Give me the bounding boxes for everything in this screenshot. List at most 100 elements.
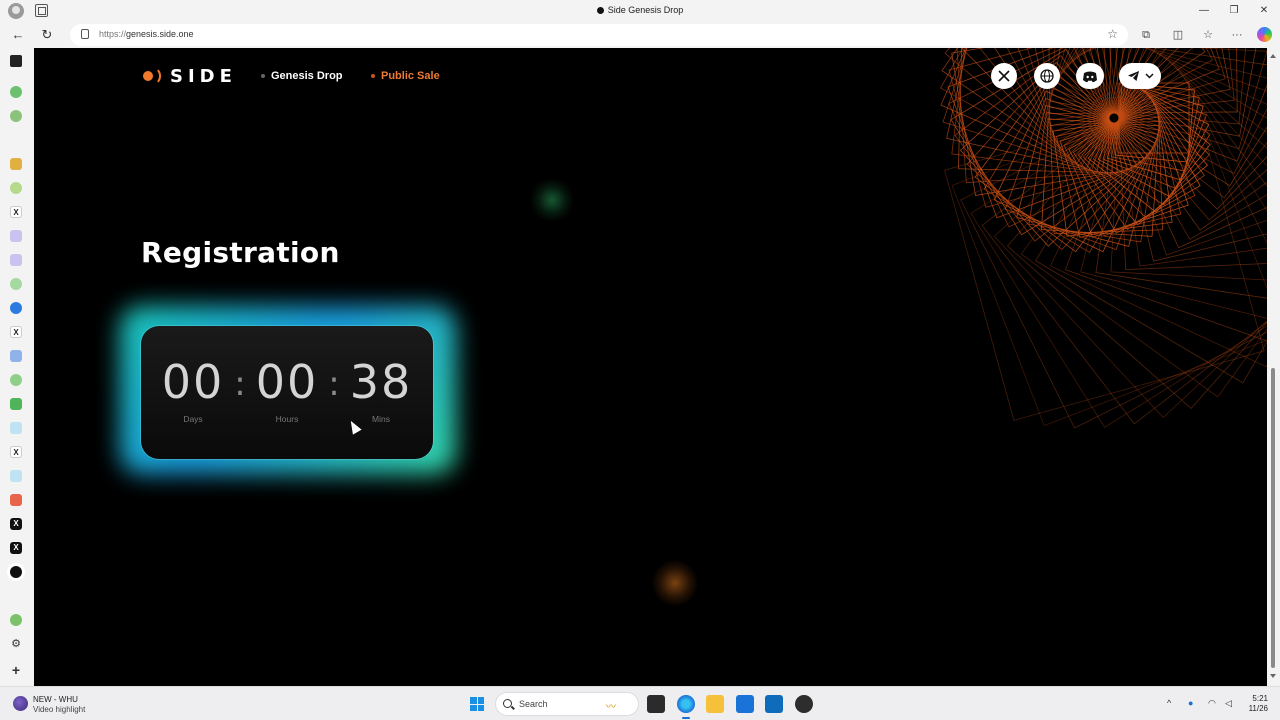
- site-favicon-icon: [596, 7, 604, 14]
- sidebar-tab-icon[interactable]: [10, 374, 22, 386]
- news-widget-icon[interactable]: [13, 696, 28, 711]
- search-highlight-icon: 〰: [606, 702, 616, 713]
- sidebar-add-tab-icon[interactable]: +: [10, 663, 22, 677]
- search-icon: [503, 699, 512, 708]
- taskbar-app-terminal-icon[interactable]: [647, 695, 665, 713]
- countdown-timer: 00 : 00 : 38 Days Hours Mins: [141, 326, 433, 459]
- sidebar-tab-icon[interactable]: [10, 182, 22, 194]
- sidebar-tab-x-icon[interactable]: X: [10, 542, 22, 554]
- start-windows-icon[interactable]: [470, 697, 484, 711]
- side-logo[interactable]: SIDE: [142, 65, 237, 87]
- sidebar-tab-icon[interactable]: [10, 86, 22, 98]
- taskbar-app-edge-icon[interactable]: [677, 695, 695, 719]
- clock-time: 5:21: [1252, 694, 1268, 703]
- wifi-icon[interactable]: ◠: [1208, 698, 1216, 709]
- news-widget-title[interactable]: NEW - WHU: [33, 695, 78, 704]
- favorites-button[interactable]: ☆: [1199, 26, 1217, 44]
- tab-title[interactable]: Side Genesis Drop: [0, 5, 1280, 15]
- sidebar-tab-icon[interactable]: [10, 110, 22, 122]
- windows-taskbar: NEW - WHU Video highlight Search 〰 ^ ● ◠…: [0, 686, 1280, 720]
- registration-heading: Registration: [141, 236, 340, 269]
- minimize-button[interactable]: —: [1189, 2, 1219, 20]
- volume-icon[interactable]: ◁: [1225, 698, 1232, 709]
- scroll-up-arrow-icon[interactable]: [1270, 54, 1276, 58]
- sidebar-tab-icon[interactable]: [10, 302, 22, 314]
- copilot-icon[interactable]: [1257, 27, 1272, 42]
- search-placeholder: Search: [519, 699, 548, 709]
- globe-social-button[interactable]: [1034, 63, 1060, 89]
- taskbar-app-outlook-icon[interactable]: [765, 695, 783, 713]
- extensions-button[interactable]: ⧉: [1137, 26, 1155, 44]
- clock-date: 11/26: [1248, 704, 1268, 713]
- sidebar-tab-icon[interactable]: [10, 614, 22, 626]
- more-menu-button[interactable]: ···: [1228, 26, 1246, 44]
- news-widget-subtitle[interactable]: Video highlight: [33, 705, 85, 714]
- countdown-separator: :: [328, 364, 340, 404]
- sidebar-tab-icon[interactable]: [10, 470, 22, 482]
- countdown-units: Days Hours Mins: [141, 414, 433, 424]
- microphone-icon[interactable]: ●: [1188, 698, 1193, 708]
- nav-bullet-icon: [371, 74, 375, 78]
- sidebar-tab-icon[interactable]: [10, 398, 22, 410]
- tray-overflow-chevron-icon[interactable]: ^: [1167, 698, 1171, 708]
- address-bar-row: ← ↻ https://genesis.side.one ☆ ⧉ ◫ ☆ ···: [0, 22, 1280, 48]
- sidebar-tab-icon[interactable]: [10, 278, 22, 290]
- sidebar-tab-x-icon[interactable]: X: [10, 326, 22, 338]
- globe-icon: [1040, 69, 1054, 83]
- sidebar-tab-icon[interactable]: [10, 350, 22, 362]
- chevron-down-icon: [1144, 73, 1154, 79]
- countdown-hours-value: 00: [255, 355, 319, 409]
- lock-icon[interactable]: [81, 29, 89, 39]
- countdown-separator: :: [234, 364, 246, 404]
- sidebar-tab-toggle-icon[interactable]: [10, 55, 22, 67]
- scroll-thumb[interactable]: [1271, 368, 1275, 668]
- page-viewport: SIDE Genesis Drop Public Sale Registrati…: [34, 48, 1267, 686]
- green-glow-orb: [530, 178, 574, 222]
- nav-public-sale-label: Public Sale: [381, 70, 440, 82]
- url-protocol: https://: [99, 29, 127, 39]
- sidebar-tab-icon[interactable]: [10, 158, 22, 170]
- back-button[interactable]: ←: [9, 26, 27, 44]
- side-logo-mark-icon: [142, 67, 161, 85]
- taskbar-app-github-icon[interactable]: [795, 695, 813, 713]
- telegram-icon: [1127, 71, 1139, 81]
- browser-title-bar: Side Genesis Drop — ❐ ✕: [0, 0, 1280, 22]
- split-screen-button[interactable]: ◫: [1169, 26, 1187, 44]
- sidebar-settings-gear-icon[interactable]: ⚙: [10, 638, 22, 650]
- nav-genesis-drop-label: Genesis Drop: [271, 70, 343, 82]
- url-text[interactable]: https://genesis.side.one: [99, 29, 194, 39]
- sidebar-tab-icon[interactable]: [10, 422, 22, 434]
- vertical-tabs-sidebar: X X X X X ⚙ +: [0, 48, 34, 686]
- scroll-down-arrow-icon[interactable]: [1270, 674, 1276, 678]
- sidebar-tab-x-icon[interactable]: X: [10, 518, 22, 530]
- restore-button[interactable]: ❐: [1219, 2, 1249, 20]
- countdown-digits: 00 : 00 : 38: [141, 356, 433, 408]
- sidebar-tab-icon[interactable]: [10, 230, 22, 242]
- countdown-mins-value: 38: [349, 355, 413, 409]
- sidebar-tab-side-active-icon[interactable]: [10, 566, 22, 578]
- taskbar-app-store-icon[interactable]: [736, 695, 754, 713]
- discord-social-button[interactable]: [1076, 63, 1104, 89]
- x-logo-icon: [998, 70, 1010, 82]
- sidebar-tab-x-icon[interactable]: X: [10, 446, 22, 458]
- close-window-button[interactable]: ✕: [1249, 2, 1279, 20]
- x-social-button[interactable]: [991, 63, 1017, 89]
- nav-bullet-icon: [261, 74, 265, 78]
- discord-icon: [1083, 71, 1097, 82]
- taskbar-clock[interactable]: 5:21 11/26: [1244, 694, 1268, 714]
- nav-genesis-drop[interactable]: Genesis Drop: [261, 70, 343, 82]
- telegram-social-dropdown[interactable]: [1119, 63, 1161, 89]
- logo-text: SIDE: [170, 65, 237, 87]
- tab-title-text: Side Genesis Drop: [607, 5, 684, 15]
- sidebar-tab-icon[interactable]: [10, 254, 22, 266]
- page-scrollbar[interactable]: [1267, 48, 1280, 686]
- refresh-button[interactable]: ↻: [38, 26, 56, 44]
- taskbar-app-file-explorer-icon[interactable]: [706, 695, 724, 713]
- taskbar-search-box[interactable]: Search 〰: [495, 692, 639, 716]
- favorite-star-icon[interactable]: ☆: [1107, 27, 1118, 41]
- sidebar-tab-icon[interactable]: [10, 494, 22, 506]
- nav-public-sale[interactable]: Public Sale: [371, 70, 440, 82]
- countdown-days-value: 00: [161, 355, 225, 409]
- sidebar-tab-x-icon[interactable]: X: [10, 206, 22, 218]
- url-field[interactable]: https://genesis.side.one ☆: [70, 24, 1128, 46]
